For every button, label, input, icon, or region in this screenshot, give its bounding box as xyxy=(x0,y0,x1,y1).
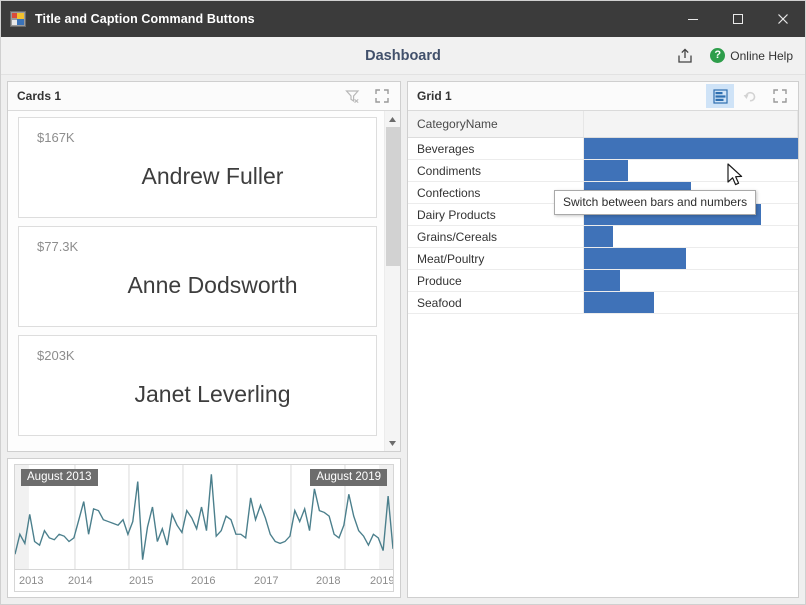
window-controls xyxy=(670,1,805,37)
range-selector-panel[interactable]: August 2013 August 2019 2013 2014 2015 2… xyxy=(7,458,401,598)
dashboard-header: Dashboard ? Online Help xyxy=(1,37,805,75)
bar-track xyxy=(583,248,798,269)
undo-icon xyxy=(736,84,764,108)
card-name: Janet Leverling xyxy=(134,380,291,407)
card-name: Andrew Fuller xyxy=(141,162,284,189)
card-item[interactable]: $167K Andrew Fuller xyxy=(18,117,377,218)
axis-tick: 2014 xyxy=(68,574,93,587)
help-icon: ? xyxy=(710,48,726,63)
bar-track xyxy=(583,160,798,181)
cell-category: Beverages xyxy=(408,137,584,160)
left-column: Cards 1 $167K Andrew Fuller $77.3K Anne … xyxy=(7,81,401,598)
online-help-link[interactable]: ? Online Help xyxy=(710,48,793,63)
title-bar: Title and Caption Command Buttons xyxy=(1,1,805,37)
range-selector[interactable]: August 2013 August 2019 2013 2014 2015 2… xyxy=(14,464,394,592)
bar-fill xyxy=(583,270,620,291)
bar-fill xyxy=(583,138,798,159)
cell-value-bar xyxy=(583,291,798,314)
cell-category: Grains/Cereals xyxy=(408,225,584,248)
bar-track xyxy=(583,226,798,247)
table-header-row: CategoryName xyxy=(408,111,798,138)
cards-area: $167K Andrew Fuller $77.3K Anne Dodswort… xyxy=(8,111,400,451)
bars-and-numbers-icon[interactable] xyxy=(706,84,734,108)
axis-tick: 2013 xyxy=(19,574,44,587)
bar-fill xyxy=(583,248,687,269)
cell-value-bar xyxy=(583,225,798,248)
table-row[interactable]: Produce xyxy=(408,269,798,292)
grid-area: CategoryName Beverages Condiments Confecti… xyxy=(408,111,798,597)
cards-maximize-icon[interactable] xyxy=(368,84,396,108)
card-item[interactable]: $203K Janet Leverling xyxy=(18,335,377,436)
range-start-label[interactable]: August 2013 xyxy=(21,469,98,486)
bar-track xyxy=(583,270,798,291)
grid-maximize-icon[interactable] xyxy=(766,84,794,108)
cards-panel-header: Cards 1 xyxy=(8,82,400,111)
table-row[interactable]: Grains/Cereals xyxy=(408,225,798,248)
card-value: $203K xyxy=(37,348,75,363)
bar-fill xyxy=(583,226,614,247)
table-row[interactable]: Seafood xyxy=(408,291,798,314)
export-icon[interactable] xyxy=(674,45,696,67)
bar-fill xyxy=(583,160,629,181)
card-name: Anne Dodsworth xyxy=(127,271,298,298)
bar-track xyxy=(583,138,798,159)
card-item[interactable]: $77.3K Anne Dodsworth xyxy=(18,226,377,327)
clear-filter-icon[interactable] xyxy=(338,84,366,108)
maximize-button[interactable] xyxy=(715,1,760,37)
table-row[interactable]: Condiments xyxy=(408,159,798,182)
bar-track xyxy=(583,292,798,313)
cell-value-bar xyxy=(583,269,798,292)
minimize-button[interactable] xyxy=(670,1,715,37)
cell-category: Seafood xyxy=(408,291,584,314)
cell-category: Meat/Poultry xyxy=(408,247,584,270)
table-row[interactable]: Meat/Poultry xyxy=(408,247,798,270)
application-window: Title and Caption Command Buttons Dashbo… xyxy=(0,0,806,605)
card-value: $167K xyxy=(37,130,75,145)
grid-panel-header: Grid 1 xyxy=(408,82,798,111)
grid-panel-title: Grid 1 xyxy=(417,89,452,103)
scroll-down-arrow-icon[interactable] xyxy=(385,435,401,451)
range-end-label[interactable]: August 2019 xyxy=(310,469,387,486)
close-button[interactable] xyxy=(760,1,805,37)
axis-tick: 2017 xyxy=(254,574,279,587)
table-row[interactable]: Beverages xyxy=(408,137,798,160)
range-axis: 2013 2014 2015 2016 2017 2018 2019 xyxy=(15,569,393,591)
cards-scroll-track[interactable] xyxy=(385,127,401,435)
cards-scroll-thumb[interactable] xyxy=(385,127,400,266)
axis-tick: 2016 xyxy=(191,574,216,587)
grid-panel-tools xyxy=(706,84,794,108)
cell-value-bar xyxy=(583,247,798,270)
dashboard-body: Cards 1 $167K Andrew Fuller $77.3K Anne … xyxy=(1,75,805,604)
right-column: Grid 1 CategoryName Beverages Condiments… xyxy=(407,81,799,598)
column-header-category[interactable]: CategoryName xyxy=(408,111,584,138)
tooltip: Switch between bars and numbers xyxy=(554,190,757,215)
scroll-up-arrow-icon[interactable] xyxy=(385,111,401,127)
axis-tick: 2018 xyxy=(316,574,341,587)
cards-panel-tools xyxy=(338,84,396,108)
axis-tick: 2015 xyxy=(129,574,154,587)
cards-panel-title: Cards 1 xyxy=(17,89,62,103)
cell-value-bar xyxy=(583,159,798,182)
axis-tick: 2019 xyxy=(370,574,394,587)
cell-category: Condiments xyxy=(408,159,584,182)
cell-category: Produce xyxy=(408,269,584,292)
cards-panel: Cards 1 $167K Andrew Fuller $77.3K Anne … xyxy=(7,81,401,452)
column-header-value[interactable] xyxy=(583,111,798,138)
bar-fill xyxy=(583,292,655,313)
header-actions: ? Online Help xyxy=(674,45,805,67)
cell-value-bar xyxy=(583,137,798,160)
app-grid-icon xyxy=(10,11,26,27)
grid-panel: Grid 1 CategoryName Beverages Condiments… xyxy=(407,81,799,598)
cards-list: $167K Andrew Fuller $77.3K Anne Dodswort… xyxy=(8,111,384,451)
card-value: $77.3K xyxy=(37,239,79,254)
online-help-label: Online Help xyxy=(730,48,793,63)
window-title: Title and Caption Command Buttons xyxy=(35,12,255,26)
cards-scrollbar[interactable] xyxy=(384,111,400,451)
